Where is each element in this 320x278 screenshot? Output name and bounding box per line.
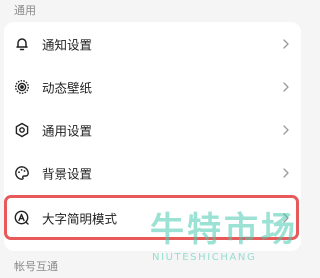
- bell-icon: [14, 36, 30, 52]
- chevron-right-icon: [281, 212, 291, 224]
- chevron-right-icon: [281, 167, 291, 179]
- settings-item-label: 通用设置: [42, 123, 93, 138]
- settings-item-label: 动态壁纸: [42, 80, 93, 95]
- settings-item-notifications[interactable]: 通知设置: [4, 22, 301, 65]
- settings-item-large-font-mode[interactable]: 大字简明模式: [4, 196, 301, 239]
- settings-page: 通用 通知设置 动态壁纸 通用设置 背景设置 大字简明模式 帐号互通 牛特市场 …: [0, 0, 304, 278]
- chevron-right-icon: [281, 38, 291, 50]
- watermark-subtitle: NIUTESHICHANG: [152, 252, 257, 263]
- settings-item-label: 通知设置: [42, 37, 93, 52]
- chevron-right-icon: [281, 81, 291, 93]
- settings-item-label: 大字简明模式: [42, 211, 118, 226]
- section-header-account: 帐号互通: [14, 260, 58, 273]
- settings-item-dynamic-wallpaper[interactable]: 动态壁纸: [4, 65, 301, 108]
- large-font-icon: [14, 210, 30, 226]
- settings-item-background[interactable]: 背景设置: [4, 151, 301, 194]
- chevron-right-icon: [281, 124, 291, 136]
- settings-item-label: 背景设置: [42, 166, 93, 181]
- settings-item-general[interactable]: 通用设置: [4, 108, 301, 151]
- dynamic-wallpaper-icon: [14, 79, 30, 95]
- palette-icon: [14, 165, 30, 181]
- gear-icon: [14, 122, 30, 138]
- section-header-general: 通用: [14, 4, 36, 17]
